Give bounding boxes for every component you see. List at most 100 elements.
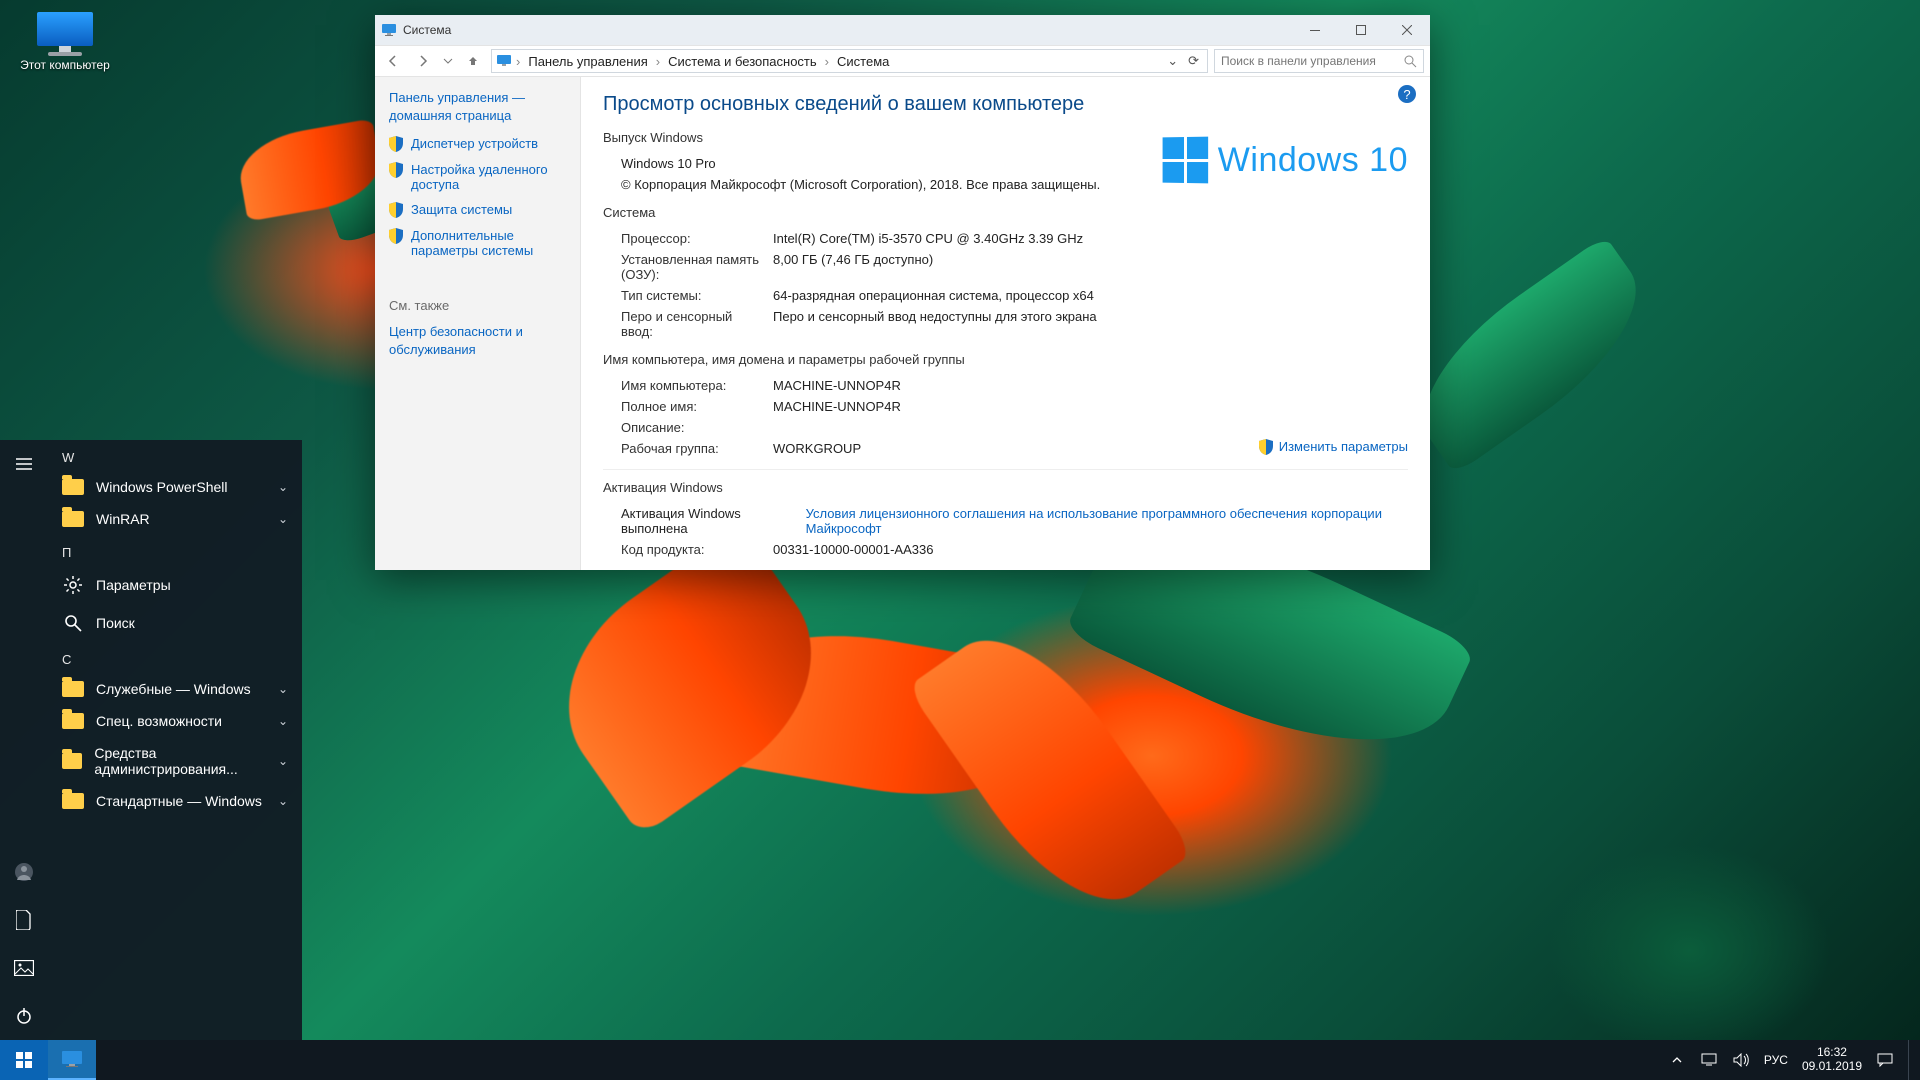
taskbar: РУС 16:32 09.01.2019 bbox=[0, 1040, 1920, 1080]
label-description: Описание: bbox=[621, 420, 759, 435]
chevron-down-icon: ⌄ bbox=[278, 754, 288, 768]
license-terms-link[interactable]: Условия лицензионного соглашения на испо… bbox=[806, 506, 1408, 536]
sidebar-see-also-header: См. также bbox=[389, 298, 566, 313]
chevron-down-icon: ⌄ bbox=[278, 512, 288, 526]
maximize-button[interactable] bbox=[1338, 15, 1384, 45]
address-bar: › Панель управления › Система и безопасн… bbox=[375, 45, 1430, 77]
section-header-name: Имя компьютера, имя домена и параметры р… bbox=[603, 352, 1408, 367]
label-workgroup: Рабочая группа: bbox=[621, 441, 759, 456]
power-button[interactable] bbox=[0, 992, 48, 1040]
content-area: ? Просмотр основных сведений о вашем ком… bbox=[581, 77, 1430, 570]
network-icon[interactable] bbox=[1700, 1040, 1718, 1080]
section-header-activation: Активация Windows bbox=[603, 480, 1408, 495]
up-button[interactable] bbox=[461, 49, 485, 73]
sidebar-item-device-manager[interactable]: Диспетчер устройств bbox=[389, 136, 566, 152]
pictures-button[interactable] bbox=[0, 944, 48, 992]
windows-logo-icon bbox=[1162, 137, 1208, 184]
start-item-powershell[interactable]: Windows PowerShell⌄ bbox=[48, 471, 302, 503]
start-item-ease-of-access[interactable]: Спец. возможности⌄ bbox=[48, 705, 302, 737]
label-ram: Установленная память (ОЗУ): bbox=[621, 252, 759, 282]
chevron-down-icon: ⌄ bbox=[278, 794, 288, 808]
start-item-label: WinRAR bbox=[96, 511, 150, 527]
label-computer-name: Имя компьютера: bbox=[621, 378, 759, 393]
taskbar-app-control-panel[interactable] bbox=[48, 1040, 96, 1080]
start-group-header[interactable]: С bbox=[48, 642, 302, 673]
value-full-name: MACHINE-UNNOP4R bbox=[773, 399, 1408, 414]
folder-icon bbox=[62, 793, 84, 809]
windows-brand-text: Windows 10 bbox=[1218, 141, 1408, 180]
computer-icon bbox=[381, 22, 397, 38]
input-language-indicator[interactable]: РУС bbox=[1764, 1053, 1788, 1067]
start-group-header[interactable]: W bbox=[48, 440, 302, 471]
breadcrumb[interactable]: › Панель управления › Система и безопасн… bbox=[491, 49, 1208, 73]
sidebar: Панель управления — домашняя страница Ди… bbox=[375, 77, 581, 570]
clock-time: 16:32 bbox=[1802, 1046, 1862, 1060]
clock-button[interactable]: 16:32 09.01.2019 bbox=[1802, 1046, 1862, 1074]
sidebar-item-system-protection[interactable]: Защита системы bbox=[389, 202, 566, 218]
minimize-button[interactable] bbox=[1292, 15, 1338, 45]
forward-button[interactable] bbox=[411, 49, 435, 73]
documents-button[interactable] bbox=[0, 896, 48, 944]
recent-locations-button[interactable] bbox=[441, 49, 455, 73]
label-cpu: Процессор: bbox=[621, 231, 759, 246]
sidebar-item-label: Дополнительные параметры системы bbox=[411, 228, 566, 258]
show-desktop-button[interactable] bbox=[1908, 1040, 1914, 1080]
breadcrumb-item[interactable]: Панель управления bbox=[524, 54, 651, 69]
search-input[interactable] bbox=[1221, 54, 1398, 68]
start-item-accessories[interactable]: Стандартные — Windows ⌄ bbox=[48, 785, 302, 817]
sidebar-item-remote-settings[interactable]: Настройка удаленного доступа bbox=[389, 162, 566, 192]
section-header-system: Система bbox=[603, 205, 1408, 220]
search-icon[interactable] bbox=[1404, 55, 1417, 68]
chevron-right-icon: › bbox=[825, 54, 829, 69]
start-button[interactable] bbox=[0, 1040, 48, 1080]
tray-overflow-button[interactable] bbox=[1668, 1040, 1686, 1080]
shield-icon bbox=[1259, 439, 1273, 455]
computer-icon bbox=[37, 12, 93, 52]
back-button[interactable] bbox=[381, 49, 405, 73]
windows-logo-icon bbox=[16, 1052, 32, 1068]
chevron-right-icon: › bbox=[516, 54, 520, 69]
desktop-icon-this-pc[interactable]: Этот компьютер bbox=[20, 12, 110, 72]
start-item-search[interactable]: Поиск bbox=[48, 604, 302, 642]
help-icon[interactable]: ? bbox=[1398, 85, 1416, 103]
start-item-label: Параметры bbox=[96, 577, 171, 593]
start-group-header[interactable]: П bbox=[48, 535, 302, 566]
label-product-id: Код продукта: bbox=[621, 542, 759, 557]
start-item-settings[interactable]: Параметры bbox=[48, 566, 302, 604]
action-center-button[interactable] bbox=[1876, 1040, 1894, 1080]
start-rail bbox=[0, 440, 48, 1040]
chevron-right-icon: › bbox=[656, 54, 660, 69]
search-icon bbox=[62, 612, 84, 634]
shield-icon bbox=[389, 202, 403, 218]
start-item-system-tools[interactable]: Служебные — Windows⌄ bbox=[48, 673, 302, 705]
page-title: Просмотр основных сведений о вашем компь… bbox=[603, 93, 1408, 116]
change-settings-label: Изменить параметры bbox=[1279, 439, 1408, 455]
sidebar-see-also-link[interactable]: Центр безопасности и обслуживания bbox=[389, 323, 566, 358]
start-item-winrar[interactable]: WinRAR ⌄ bbox=[48, 503, 302, 535]
user-account-button[interactable] bbox=[0, 848, 48, 896]
value-cpu: Intel(R) Core(TM) i5-3570 CPU @ 3.40GHz … bbox=[773, 231, 1408, 246]
start-item-label: Спец. возможности bbox=[96, 713, 222, 729]
breadcrumb-item[interactable]: Система и безопасность bbox=[664, 54, 821, 69]
titlebar[interactable]: Система bbox=[375, 15, 1430, 45]
chevron-down-icon[interactable]: ⌄ bbox=[1163, 53, 1182, 69]
copyright-text: © Корпорация Майкрософт (Microsoft Corpo… bbox=[621, 177, 1100, 192]
search-box[interactable] bbox=[1214, 49, 1424, 73]
folder-icon bbox=[62, 479, 84, 495]
sidebar-item-advanced-settings[interactable]: Дополнительные параметры системы bbox=[389, 228, 566, 258]
breadcrumb-item[interactable]: Система bbox=[833, 54, 893, 69]
start-apps-list[interactable]: W Windows PowerShell⌄ WinRAR⌄ П Параметр… bbox=[48, 440, 302, 1040]
start-item-label: Служебные — Windows bbox=[96, 681, 251, 697]
start-item-admin-tools[interactable]: Средства администрирования...⌄ bbox=[48, 737, 302, 785]
folder-icon bbox=[62, 681, 84, 697]
start-item-label: Windows PowerShell bbox=[96, 479, 228, 495]
gear-icon bbox=[62, 574, 84, 596]
start-item-label: Стандартные — Windows bbox=[96, 793, 262, 809]
refresh-button[interactable]: ⟳ bbox=[1184, 53, 1203, 69]
sidebar-home-link[interactable]: Панель управления — домашняя страница bbox=[389, 89, 566, 124]
start-expand-button[interactable] bbox=[0, 440, 48, 488]
change-settings-link[interactable]: Изменить параметры bbox=[1259, 439, 1408, 455]
volume-icon[interactable] bbox=[1732, 1040, 1750, 1080]
shield-icon bbox=[389, 136, 403, 152]
close-button[interactable] bbox=[1384, 15, 1430, 45]
